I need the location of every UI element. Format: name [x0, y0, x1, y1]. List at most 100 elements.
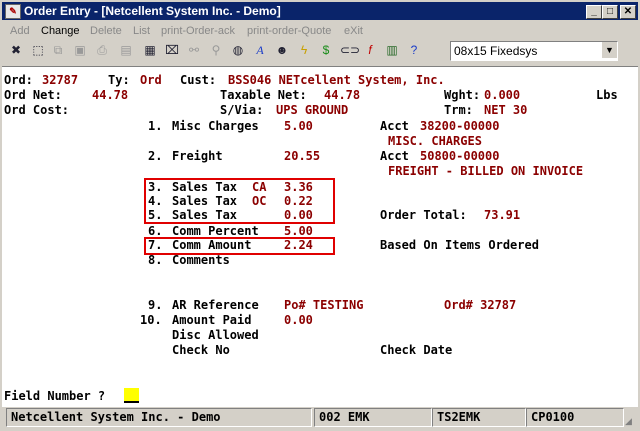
resize-grip-icon[interactable]: ◢	[625, 416, 636, 427]
input-cursor[interactable]	[124, 388, 139, 403]
weight-value: 0.000	[484, 88, 521, 102]
window-title: Order Entry - [Netcellent System Inc. - …	[24, 4, 281, 18]
field-1-number: 1.	[148, 119, 163, 133]
disc-allowed-label: Disc Allowed	[172, 328, 259, 342]
order-label: Ord:	[4, 73, 33, 87]
lightning-icon[interactable]: ϟ	[296, 42, 312, 58]
field-7-number: 7.	[148, 238, 163, 252]
order-total-value: 73.91	[484, 208, 521, 222]
terms-value: NET 30	[484, 103, 528, 117]
menu-print-order-ack[interactable]: print-Order-ack	[161, 25, 235, 37]
app-icon[interactable]: ✎	[5, 4, 21, 19]
ar-reference-label[interactable]: AR Reference	[172, 298, 259, 312]
acct-2-value: 50800-00000	[420, 149, 500, 163]
taxable-net-label: Taxable Net:	[220, 88, 307, 102]
weight-label: Wght:	[444, 88, 481, 102]
misc-charges-value[interactable]: 5.00	[284, 119, 313, 133]
sales-tax-ca-label[interactable]: Sales Tax	[172, 180, 237, 194]
menu-delete[interactable]: Delete	[90, 25, 122, 37]
order-total-label: Order Total:	[380, 208, 467, 222]
taxable-net-value: 44.78	[324, 88, 361, 102]
font-select[interactable]: 08x15 Fixedsys ▼	[450, 41, 618, 61]
menu-list[interactable]: List	[133, 25, 150, 37]
menu-exit[interactable]: eXit	[344, 25, 363, 37]
amount-paid-value[interactable]: 0.00	[284, 313, 313, 327]
misc-charges-label[interactable]: Misc Charges	[172, 119, 259, 133]
save-icon[interactable]: ▣	[72, 42, 88, 58]
sales-tax-oc-value[interactable]: 0.22	[284, 194, 313, 208]
order-entry-window: ✎ Order Entry - [Netcellent System Inc. …	[0, 0, 640, 431]
copy-icon[interactable]: ⧉	[50, 42, 66, 58]
field-8-number: 8.	[148, 253, 163, 267]
type-label: Ty:	[108, 73, 130, 87]
freight-value[interactable]: 20.55	[284, 149, 320, 163]
close-icon[interactable]: ✖	[8, 42, 24, 58]
field-4-number: 4.	[148, 194, 163, 208]
field-6-number: 6.	[148, 224, 163, 238]
globe-icon[interactable]: ◍	[230, 42, 246, 58]
acct-2-description: FREIGHT - BILLED ON INVOICE	[388, 164, 584, 178]
ship-via-value: UPS GROUND	[276, 103, 349, 117]
sales-tax-oc-label[interactable]: Sales Tax	[172, 194, 237, 208]
status-bar: Netcellent System Inc. - Demo 002 EMK TS…	[2, 406, 638, 429]
status-company: Netcellent System Inc. - Demo	[6, 408, 312, 427]
print-icon[interactable]: ⎙	[94, 42, 110, 58]
customer-value: BSS046 NETcellent System, Inc.	[228, 73, 445, 87]
weight-unit: Lbs	[596, 88, 618, 102]
sales-tax-oc-code: OC	[252, 194, 267, 208]
close-window-button[interactable]: ✕	[620, 5, 636, 19]
field-2-number: 2.	[148, 149, 163, 163]
field-10-number: 10.	[140, 313, 162, 327]
help-icon[interactable]: ?	[406, 42, 422, 58]
comm-percent-label[interactable]: Comm Percent	[172, 224, 259, 238]
comm-amount-label[interactable]: Comm Amount	[172, 238, 251, 252]
maximize-button[interactable]: □	[602, 5, 618, 19]
select-icon[interactable]: ⬚	[30, 42, 46, 58]
status-code: CP0100	[526, 408, 624, 427]
chevron-down-icon[interactable]: ▼	[601, 42, 617, 58]
freight-label[interactable]: Freight	[172, 149, 223, 163]
comments-label[interactable]: Comments	[172, 253, 230, 267]
comm-amount-value[interactable]: 2.24	[284, 238, 313, 252]
status-user: 002 EMK	[314, 408, 432, 427]
comm-percent-value[interactable]: 5.00	[284, 224, 313, 238]
lookup-icon[interactable]: ▦	[142, 42, 158, 58]
sales-tax-ca-value[interactable]: 3.36	[284, 180, 313, 194]
magnifier-icon[interactable]: ⚲	[208, 42, 224, 58]
acct-1-value: 38200-00000	[420, 119, 500, 133]
ship-via-label: S/Via:	[220, 103, 264, 117]
menu-change[interactable]: Change	[41, 25, 80, 37]
amount-paid-label[interactable]: Amount Paid	[172, 313, 251, 327]
terminal-screen: Ord: 32787 Ty: Ord Cust: BSS046 NETcelle…	[2, 66, 638, 407]
menu-add[interactable]: Add	[10, 25, 30, 37]
function-icon[interactable]: f	[362, 42, 378, 58]
customer-label: Cust:	[180, 73, 217, 87]
notes-icon[interactable]: ▥	[384, 42, 400, 58]
delete-icon[interactable]: ⌧	[164, 42, 180, 58]
ord-reference: Ord# 32787	[444, 298, 517, 312]
terms-label: Trm:	[444, 103, 473, 117]
menu-print-order-quote[interactable]: print-order-Quote	[247, 25, 331, 37]
sales-tax-3-label[interactable]: Sales Tax	[172, 208, 237, 222]
ord-cost-label: Ord Cost:	[4, 103, 70, 117]
field-3-number: 3.	[148, 180, 163, 194]
order-number: 32787	[42, 73, 79, 87]
check-date-label: Check Date	[380, 343, 453, 357]
field-5-number: 5.	[148, 208, 163, 222]
person-icon[interactable]: ☻	[274, 42, 290, 58]
currency-icon[interactable]: $	[318, 42, 334, 58]
list-icon[interactable]: ▤	[118, 42, 134, 58]
font-icon[interactable]: A	[252, 42, 268, 58]
acct-1-description: MISC. CHARGES	[388, 134, 482, 148]
ar-reference-value[interactable]: Po# TESTING	[284, 298, 363, 312]
sales-tax-ca-code: CA	[252, 180, 267, 194]
sales-tax-3-value[interactable]: 0.00	[284, 208, 313, 222]
minimize-button[interactable]: _	[586, 5, 602, 19]
check-no-label: Check No	[172, 343, 230, 357]
ord-net-value: 44.78	[92, 88, 129, 102]
menu-bar: Add Change Delete List print-Order-ack p…	[2, 22, 638, 40]
binoculars-icon[interactable]: ⚯	[186, 42, 202, 58]
type-value: Ord	[140, 73, 162, 87]
ord-net-label: Ord Net:	[4, 88, 62, 102]
link-icon[interactable]: ⊂⊃	[340, 42, 360, 58]
